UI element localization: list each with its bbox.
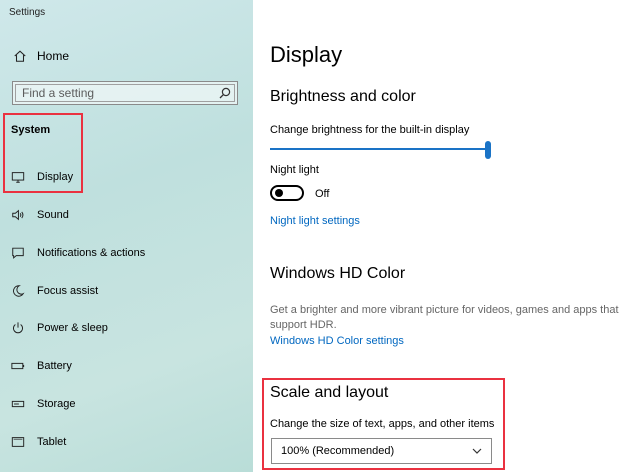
scale-dropdown-value: 100% (Recommended) [281, 445, 395, 457]
brightness-slider-track [270, 148, 487, 150]
sidebar-item-label: Notifications & actions [37, 247, 146, 259]
sidebar-item-sound[interactable]: Sound [11, 208, 69, 222]
search-box[interactable] [12, 81, 238, 105]
night-light-state: Off [315, 188, 330, 200]
home-label: Home [37, 49, 70, 63]
scale-dropdown[interactable]: 100% (Recommended) [271, 438, 492, 464]
sidebar-item-label: Display [37, 171, 74, 183]
home-icon [14, 50, 26, 62]
sidebar-item-label: Tablet [37, 436, 67, 448]
sidebar-item-display[interactable]: Display [11, 170, 73, 184]
power-icon [13, 322, 23, 334]
sidebar-item-notifications[interactable]: Notifications & actions [11, 246, 145, 260]
night-light-toggle-knob [275, 189, 283, 197]
chevron-down-icon [472, 448, 482, 454]
sidebar-item-label: Focus assist [37, 285, 99, 297]
home-nav-item[interactable]: Home [13, 49, 69, 63]
scale-heading: Scale and layout [270, 384, 389, 401]
scale-label: Change the size of text, apps, and other… [270, 418, 495, 430]
storage-icon [11, 400, 25, 408]
hdr-description: Get a brighter and more vibrant picture … [270, 304, 619, 331]
sidebar-item-label: Sound [37, 209, 69, 221]
tablet-icon [11, 437, 25, 447]
page-title: Display [270, 42, 343, 67]
main-content: Display Brightness and color Change brig… [253, 0, 630, 472]
sidebar-item-label: Battery [37, 360, 72, 372]
brightness-slider-label: Change brightness for the built-in displ… [270, 124, 470, 136]
sidebar: Settings Home System Display Sound [0, 0, 253, 472]
sidebar-item-battery[interactable]: Battery [11, 359, 72, 373]
speaker-icon [12, 209, 24, 221]
moon-icon [13, 285, 25, 297]
sidebar-item-label: Storage [37, 398, 76, 410]
search-icon[interactable] [219, 87, 231, 99]
sidebar-item-label: Power & sleep [37, 322, 108, 334]
sidebar-item-power-sleep[interactable]: Power & sleep [11, 321, 108, 335]
hdr-heading: Windows HD Color [270, 265, 406, 282]
night-light-toggle[interactable] [270, 185, 304, 201]
notification-icon [12, 247, 24, 259]
monitor-icon [11, 172, 25, 183]
brightness-heading: Brightness and color [270, 88, 416, 105]
battery-icon [11, 362, 25, 370]
sidebar-item-storage[interactable]: Storage [11, 397, 76, 411]
sidebar-item-tablet[interactable]: Tablet [11, 435, 66, 449]
sidebar-item-focus-assist[interactable]: Focus assist [11, 284, 98, 298]
brightness-slider-thumb[interactable] [485, 141, 491, 159]
night-light-settings-link[interactable]: Night light settings [270, 215, 360, 227]
brightness-slider[interactable] [270, 141, 491, 161]
search-input[interactable] [20, 85, 214, 101]
hdr-settings-link[interactable]: Windows HD Color settings [270, 335, 404, 347]
window-title: Settings [9, 7, 46, 18]
night-light-label: Night light [270, 164, 319, 176]
section-label-system: System [11, 124, 51, 136]
